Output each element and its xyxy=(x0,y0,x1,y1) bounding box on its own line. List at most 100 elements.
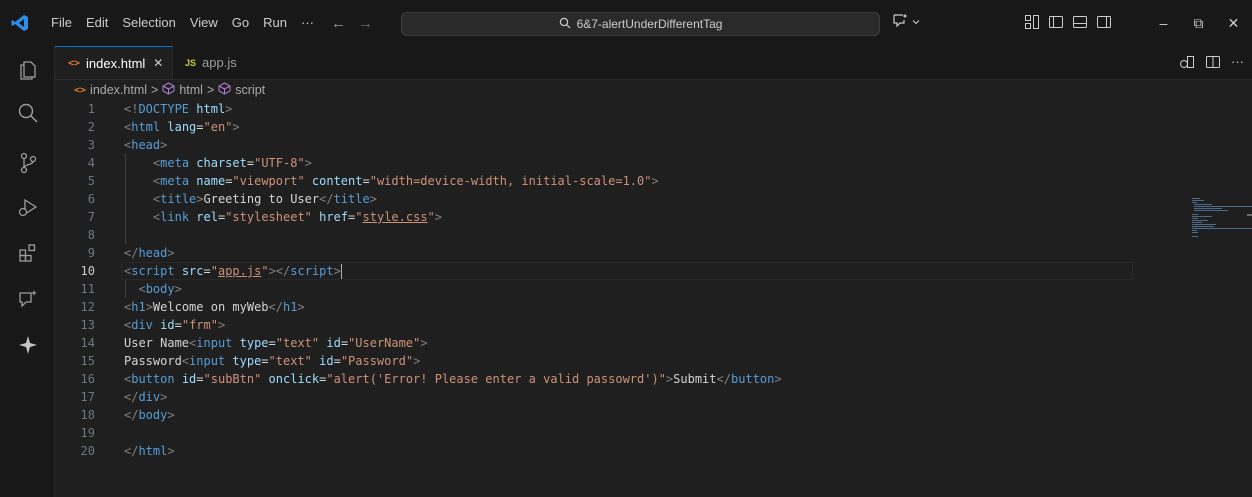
menu-view[interactable]: View xyxy=(183,0,225,46)
breadcrumb-separator: > xyxy=(151,83,159,97)
code-line[interactable]: 13 <div id="frm"> xyxy=(55,316,1135,334)
code-token: DOCTYPE xyxy=(138,102,190,116)
code-token: rel xyxy=(196,210,218,224)
code-token: button xyxy=(131,372,175,386)
code-editor[interactable]: 1 <!DOCTYPE html> 2 <html lang="en"> 3 <head>… xyxy=(55,100,1252,497)
toggle-primary-sidebar-icon[interactable] xyxy=(1048,14,1064,33)
code-line[interactable]: 15 Password<input type="text" id="Passwor… xyxy=(55,352,1135,370)
tab-label: app.js xyxy=(202,55,237,70)
run-and-debug-icon[interactable] xyxy=(17,196,39,218)
split-editor-icon[interactable] xyxy=(1205,54,1221,73)
code-token: "viewport" xyxy=(232,174,305,188)
menu-go[interactable]: Go xyxy=(225,0,256,46)
html-file-icon: <> xyxy=(68,57,81,69)
line-number: 16 xyxy=(80,372,95,386)
element-icon xyxy=(162,82,175,98)
code-token: script xyxy=(131,264,175,278)
code-token: src xyxy=(181,264,204,278)
code-line[interactable]: 5 <meta name="viewport" content="width=d… xyxy=(55,172,1135,190)
breadcrumb-html[interactable]: html xyxy=(179,83,203,97)
code-line[interactable]: 4 <meta charset="UTF-8"> xyxy=(55,154,1135,172)
html-file-icon: <> xyxy=(74,84,87,96)
code-text: <title>Greeting to User</title> xyxy=(124,190,377,208)
line-number: 15 xyxy=(80,354,95,368)
code-token: > xyxy=(333,264,341,278)
code-token: "subBtn" xyxy=(203,372,262,386)
code-token: html xyxy=(138,444,168,458)
menu-run[interactable]: Run xyxy=(256,0,294,46)
close-window-icon[interactable]: ✕ xyxy=(1216,15,1251,32)
code-token: </ xyxy=(268,300,283,314)
more-actions-icon[interactable]: ··· xyxy=(1231,54,1244,73)
chevron-down-icon xyxy=(912,16,920,28)
code-line[interactable]: 2 <html lang="en"> xyxy=(55,118,1135,136)
toggle-panel-icon[interactable] xyxy=(1072,14,1088,33)
code-line[interactable]: 16 <button id="subBtn" onclick="alert('Er… xyxy=(55,370,1135,388)
source-control-icon[interactable] xyxy=(17,152,39,174)
code-line[interactable]: 6 <title>Greeting to User</title> xyxy=(55,190,1135,208)
code-line[interactable]: 9 </head> xyxy=(55,244,1135,262)
navigation-arrows: ← → xyxy=(331,15,373,32)
code-token: > xyxy=(774,372,782,386)
code-token: body xyxy=(145,282,175,296)
code-token: title xyxy=(333,192,370,206)
menu-file[interactable]: File xyxy=(44,0,79,46)
code-line[interactable]: 8 xyxy=(55,226,1135,244)
toggle-secondary-sidebar-icon[interactable] xyxy=(1096,14,1112,33)
command-center-search[interactable]: 6&7-alertUnderDifferentTag xyxy=(401,12,880,36)
code-token: head xyxy=(131,138,161,152)
breadcrumb-script[interactable]: script xyxy=(235,83,265,97)
close-tab-icon[interactable]: ✕ xyxy=(153,56,163,70)
minimize-icon[interactable]: – xyxy=(1146,15,1181,31)
tab-app-js[interactable]: JS app.js xyxy=(173,46,259,79)
code-line[interactable]: 11 <body> xyxy=(55,280,1135,298)
code-token: type xyxy=(239,336,269,350)
copilot-button[interactable] xyxy=(892,13,920,31)
menu-selection[interactable]: Selection xyxy=(115,0,182,46)
code-line[interactable]: 18 </body> xyxy=(55,406,1135,424)
code-line[interactable]: 20 </html> xyxy=(55,442,1135,460)
open-changes-icon[interactable] xyxy=(1179,54,1195,73)
tab-index-html[interactable]: <> index.html ✕ xyxy=(55,46,173,79)
minimap[interactable] xyxy=(1192,198,1252,243)
line-number: 19 xyxy=(80,426,95,440)
code-line[interactable]: 17 </div> xyxy=(55,388,1135,406)
extensions-icon[interactable] xyxy=(17,242,39,264)
code-line[interactable]: 3 <head> xyxy=(55,136,1135,154)
copilot-sparkle-icon[interactable] xyxy=(17,334,39,356)
code-token: Password xyxy=(124,354,182,368)
restore-icon[interactable]: ⧉ xyxy=(1181,15,1216,32)
code-text: <meta name="viewport" content="width=dev… xyxy=(124,172,659,190)
chat-icon[interactable] xyxy=(17,288,39,310)
menu-bar: File Edit Selection View Go Run ··· xyxy=(44,0,321,46)
code-line[interactable]: 19 xyxy=(55,424,1135,442)
forward-arrow-icon[interactable]: → xyxy=(358,15,373,32)
code-token: input xyxy=(196,336,233,350)
code-line[interactable]: 7 <link rel="stylesheet" href="style.css… xyxy=(55,208,1135,226)
search-sidebar-icon[interactable] xyxy=(17,102,39,124)
explorer-icon[interactable] xyxy=(17,58,39,80)
code-token: "stylesheet" xyxy=(225,210,312,224)
code-line[interactable]: 1 <!DOCTYPE html> xyxy=(55,100,1135,118)
back-arrow-icon[interactable]: ← xyxy=(331,15,346,32)
code-token: "alert('Error! Please enter a valid pass… xyxy=(326,372,666,386)
code-line[interactable]: 12 <h1>Welcome on myWeb</h1> xyxy=(55,298,1135,316)
code-text: <head> xyxy=(124,136,167,154)
code-line[interactable]: 10 <script src="app.js"></script> xyxy=(55,262,1135,280)
code-token: = xyxy=(196,120,204,134)
customize-layout-icon[interactable] xyxy=(1024,14,1040,33)
code-text: <div id="frm"> xyxy=(124,316,225,334)
menu-edit[interactable]: Edit xyxy=(79,0,115,46)
code-token: "UserName" xyxy=(348,336,421,350)
line-number: 3 xyxy=(87,138,95,152)
code-text: <meta charset="UTF-8"> xyxy=(124,154,312,172)
code-token: = xyxy=(261,354,269,368)
code-line[interactable]: 14 User Name<input type="text" id="UserNa… xyxy=(55,334,1135,352)
breadcrumb-file[interactable]: index.html xyxy=(90,83,147,97)
line-number: 11 xyxy=(80,282,95,296)
menu-more[interactable]: ··· xyxy=(294,0,321,46)
copilot-icon xyxy=(892,13,909,31)
